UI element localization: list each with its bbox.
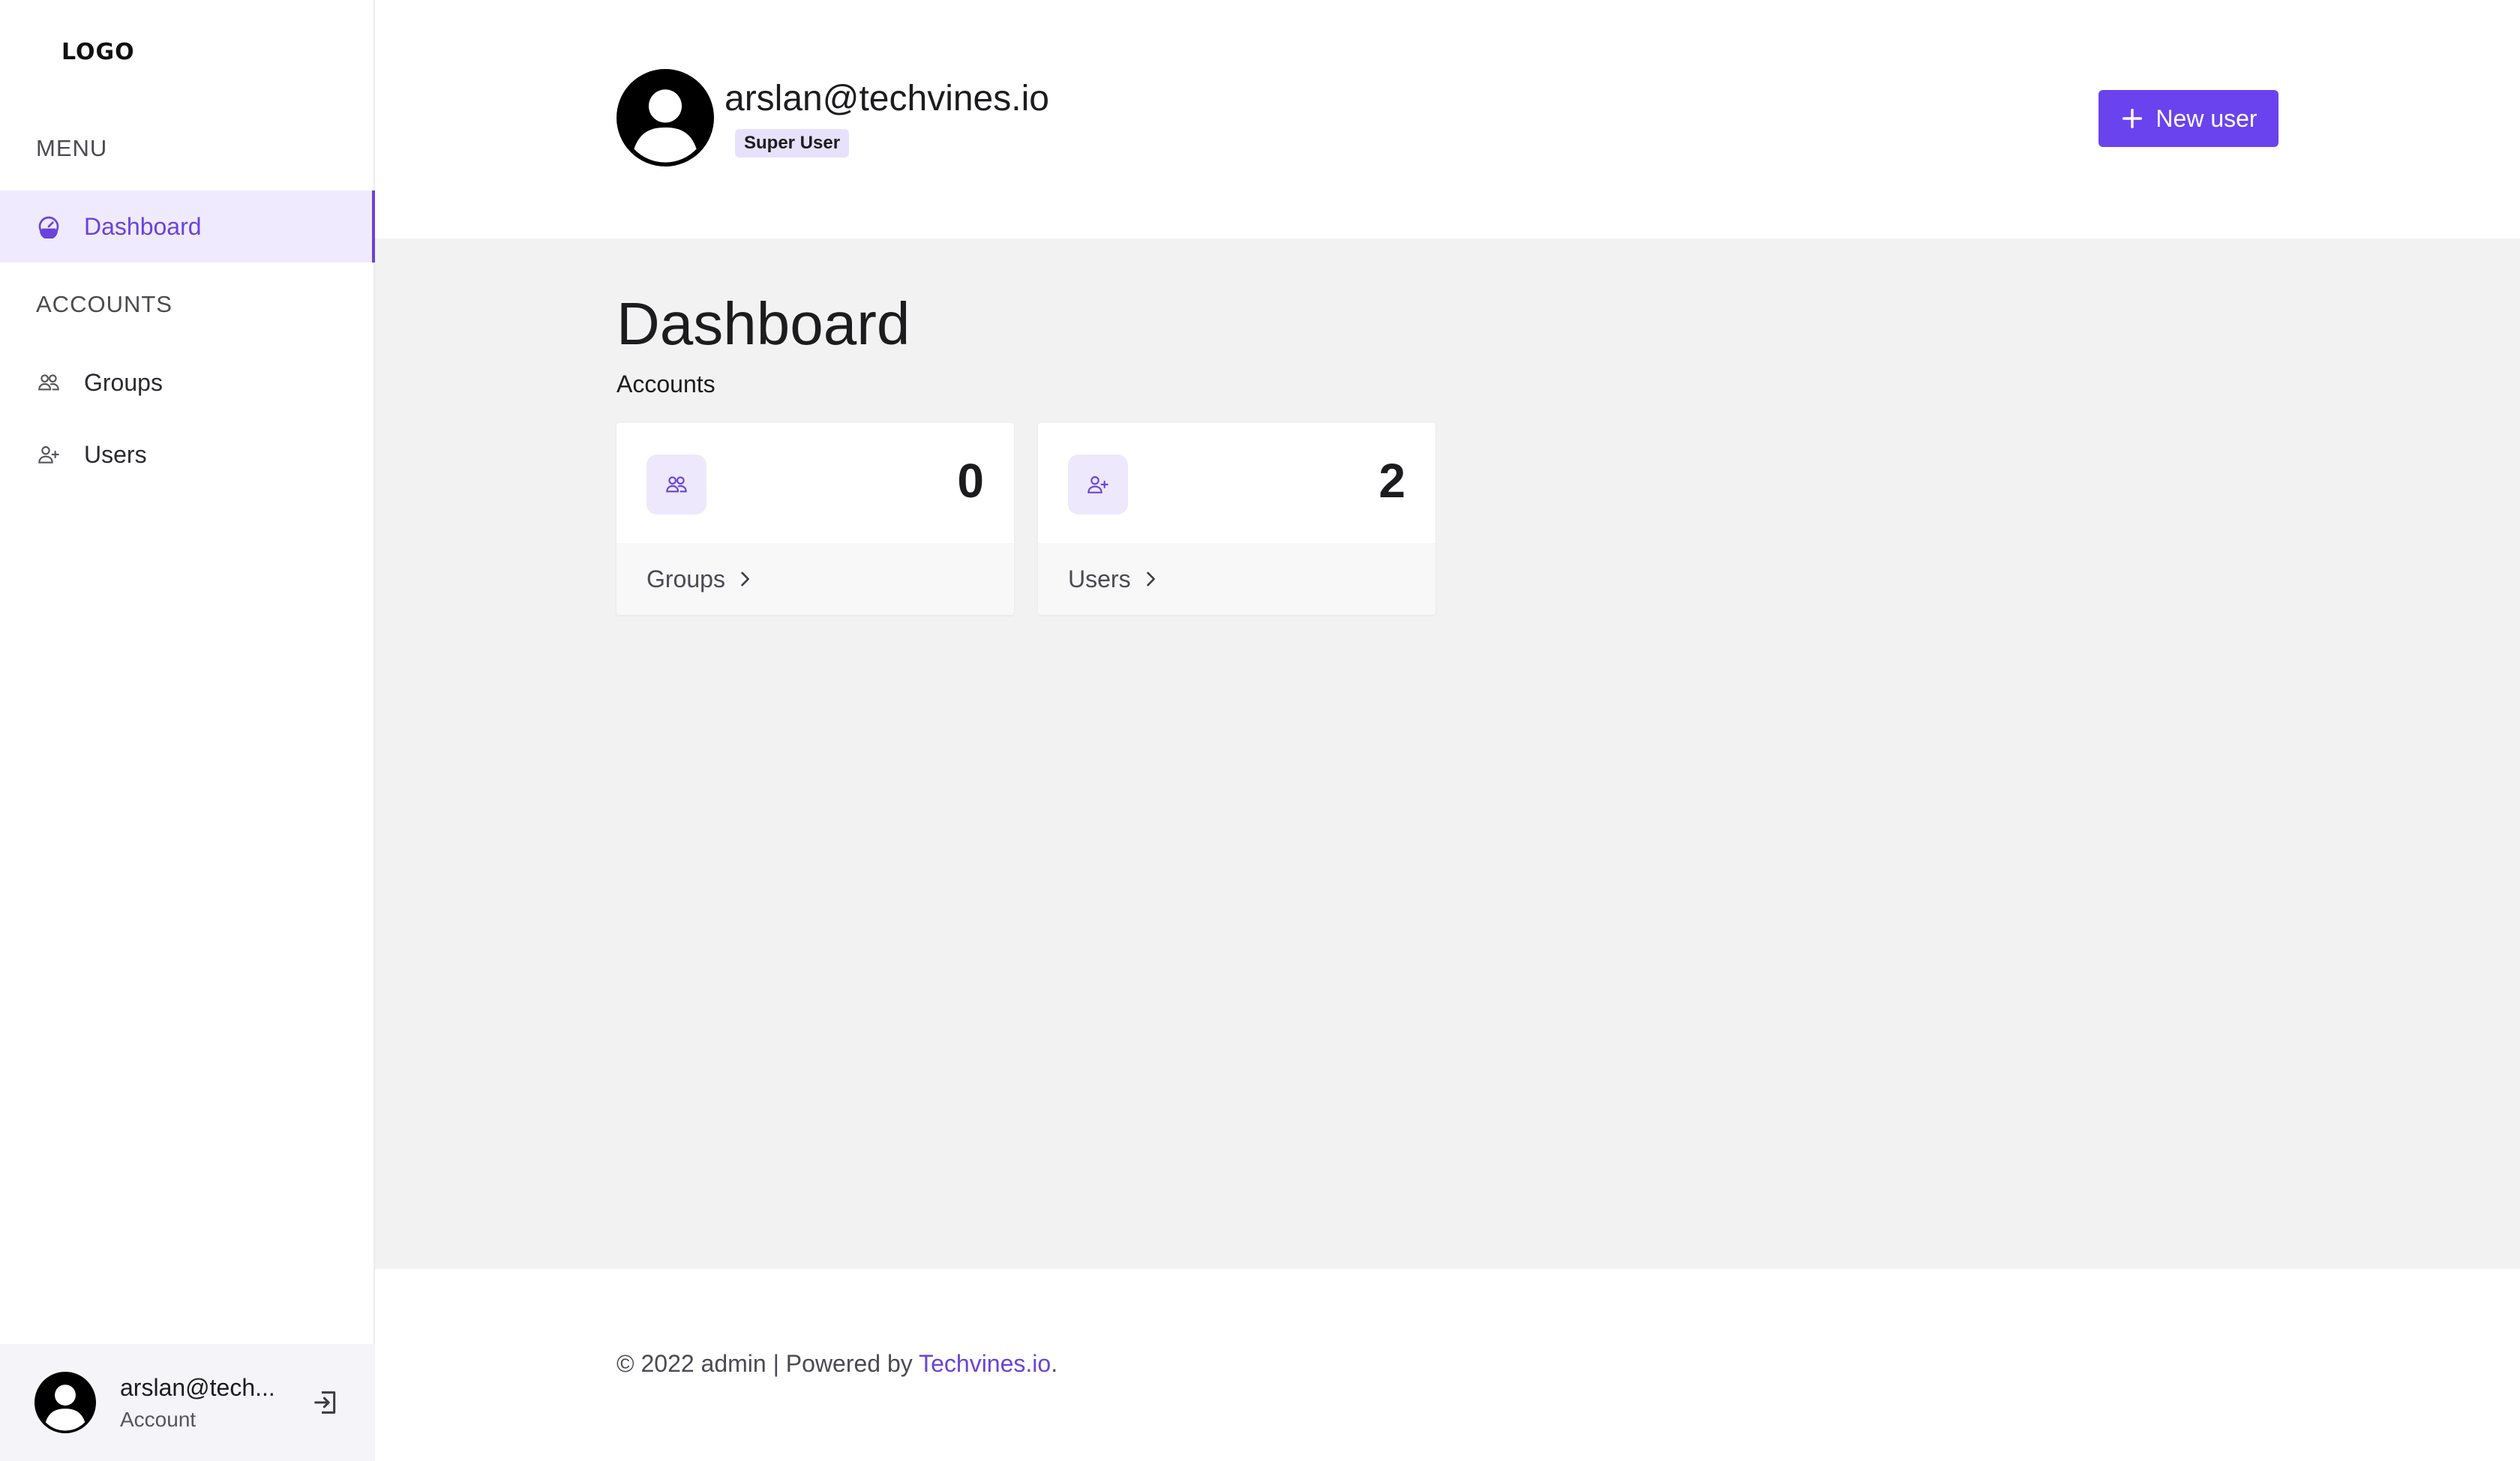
main-area: arslan@techvines.io Super User New user … [375,0,2520,1461]
new-user-label: New user [2156,104,2258,132]
footer-suffix: . [1051,1350,1058,1377]
groups-stat-card: 0 Groups [616,423,1014,615]
chevron-right-icon [741,572,749,586]
logo: LOGO [62,39,135,65]
users-card-link[interactable]: Users [1038,543,1436,615]
dashboard-content: Dashboard Accounts 0 Groups 2 Users [375,238,2520,1269]
sidebar-item-dashboard[interactable]: Dashboard [0,190,375,262]
user-avatar-icon [34,1372,96,1433]
groups-icon [36,370,62,395]
logout-icon[interactable] [309,1386,342,1419]
header-user-email: arslan@techvines.io [724,79,1049,118]
chevron-right-icon [1146,572,1155,586]
footer-text: © 2022 admin | Powered by Techvines.io. [616,1350,1058,1378]
plus-icon [2122,108,2143,129]
user-avatar-icon [616,69,714,166]
new-user-button[interactable]: New user [2098,90,2278,147]
sidebar-item-label: Users [84,440,147,468]
sidebar: LOGO MENU Dashboard ACCOUNTS Groups User… [0,0,375,1461]
users-count: 2 [1378,454,1406,508]
groups-icon [646,454,706,514]
footer-prefix: © 2022 admin | Powered by [616,1350,920,1377]
account-email: arslan@tech... [120,1373,275,1401]
card-link-label: Users [1068,565,1131,592]
page-footer: © 2022 admin | Powered by Techvines.io. [375,1269,2520,1461]
top-header: arslan@techvines.io Super User New user [375,0,2520,238]
sidebar-item-groups[interactable]: Groups [0,346,375,418]
menu-section-label: MENU [36,135,108,161]
role-badge: Super User [735,129,850,158]
groups-card-link[interactable]: Groups [616,543,1014,615]
groups-count: 0 [957,454,984,508]
sidebar-account[interactable]: arslan@tech... Account [0,1344,375,1461]
account-subtitle: Account [120,1407,196,1431]
footer-link[interactable]: Techvines.io [919,1350,1051,1377]
accounts-section-label: ACCOUNTS [36,291,172,317]
users-stat-card: 2 Users [1038,423,1436,615]
user-plus-icon [1068,454,1128,514]
sidebar-item-users[interactable]: Users [0,418,375,490]
page-title: Dashboard [616,290,910,357]
sidebar-item-label: Dashboard [84,212,202,240]
dashboard-gauge-icon [36,214,62,239]
section-subtitle: Accounts [616,370,716,398]
card-link-label: Groups [646,565,725,592]
sidebar-item-label: Groups [84,368,163,396]
user-plus-icon [36,442,62,467]
